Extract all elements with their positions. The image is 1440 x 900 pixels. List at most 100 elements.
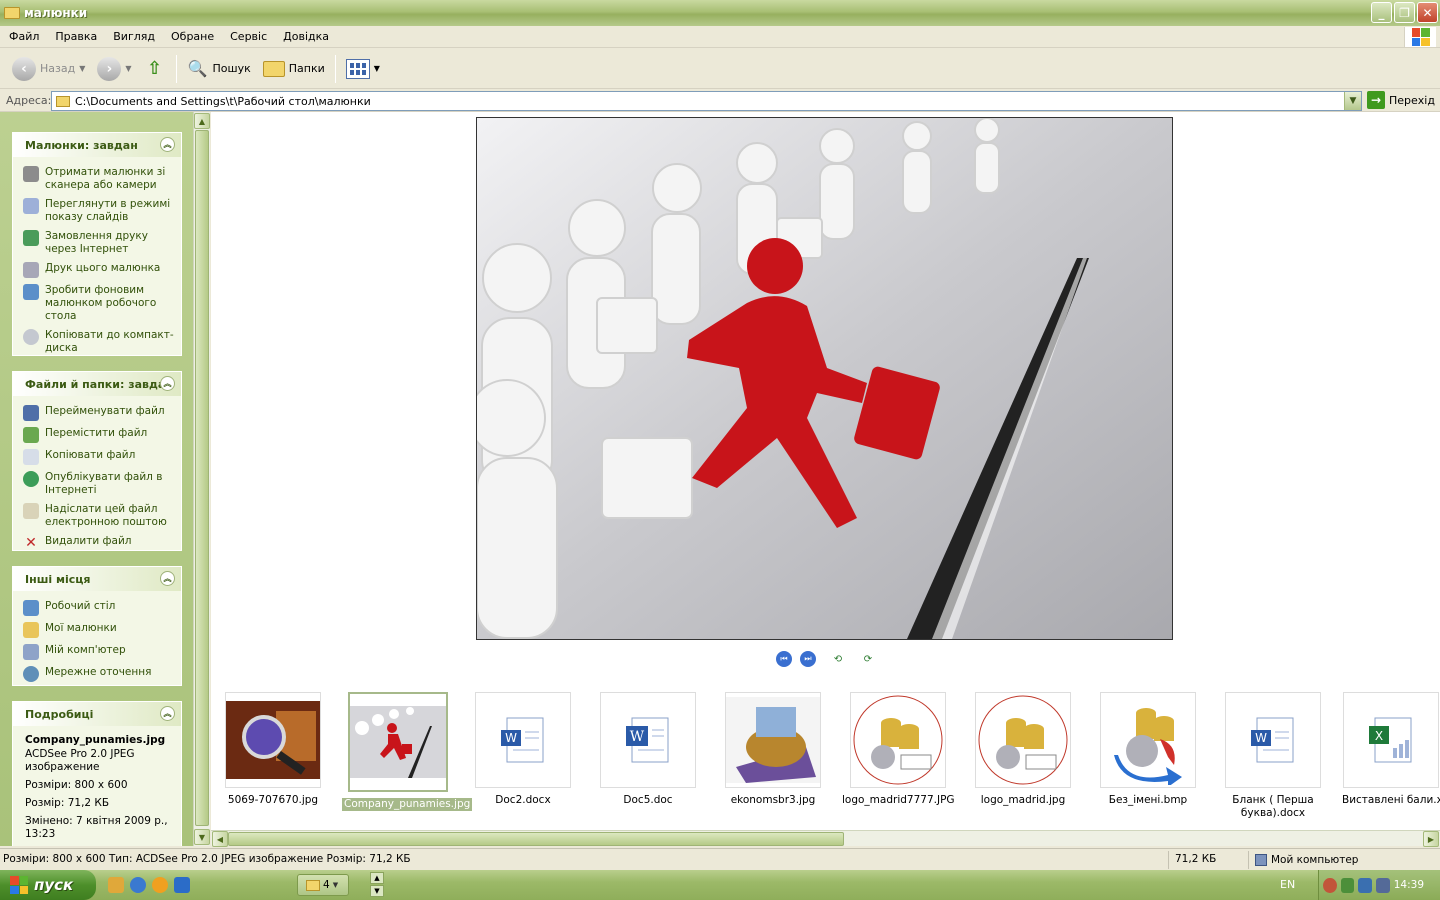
details-header[interactable]: Подробиці ︽ [13, 702, 181, 726]
task-print-picture[interactable]: Друк цього малюнка [23, 262, 175, 278]
status-location-label: Мой компьютер [1271, 854, 1359, 866]
place-my-pictures[interactable]: Мої малюнки [23, 622, 175, 638]
task-rename-file[interactable]: Перейменувати файл [23, 405, 175, 421]
image-preview[interactable] [476, 117, 1173, 640]
up-folder-icon: ⇧ [146, 58, 163, 79]
task-publish-file[interactable]: Опублікувати файл в Інтернеті [23, 471, 175, 497]
thumbnail-item[interactable]: W Doc5.doc [592, 692, 704, 807]
folders-label: Папки [288, 62, 325, 75]
menu-help[interactable]: Довідка [274, 30, 336, 43]
minimize-button[interactable]: _ [1371, 2, 1392, 23]
folders-button[interactable]: Папки [257, 53, 331, 85]
maximize-button[interactable]: ❐ [1394, 2, 1415, 23]
menu-view[interactable]: Вигляд [104, 30, 162, 43]
scroll-down-icon[interactable]: ▼ [194, 829, 210, 845]
address-dropdown-icon[interactable]: ▼ [1344, 92, 1361, 110]
scroll-right-icon[interactable]: ▶ [1423, 831, 1439, 847]
thumbnail-item[interactable]: W Бланк ( Перша буква).docx [1217, 692, 1329, 820]
picture-tasks-header[interactable]: Малюнки: завдан ︽ [13, 133, 181, 157]
task-set-wallpaper[interactable]: Зробити фоновим малюнком робочого стола [23, 284, 175, 323]
thumbnail-item[interactable]: ekonomsbr3.jpg [717, 692, 829, 807]
internet-explorer-icon[interactable] [130, 877, 146, 893]
taskbar-scroll-down-icon[interactable]: ▼ [370, 885, 384, 897]
language-indicator[interactable]: EN [1280, 878, 1295, 891]
back-dropdown-icon[interactable]: ▼ [79, 64, 85, 73]
scroll-left-icon[interactable]: ◀ [212, 831, 228, 847]
task-move-file[interactable]: Перемістити файл [23, 427, 175, 443]
views-icon [345, 58, 370, 79]
quicklaunch-app-icon[interactable] [174, 877, 190, 893]
thumbnail-item[interactable]: logo_madrid7777.JPG [842, 692, 955, 807]
title-bar[interactable]: малюнки _ ❐ ✕ [0, 0, 1440, 26]
scroll-up-icon[interactable]: ▲ [194, 113, 210, 129]
clock[interactable]: 14:39 [1394, 879, 1424, 891]
go-button[interactable]: → Перехід [1367, 91, 1435, 109]
menu-favorites[interactable]: Обране [162, 30, 221, 43]
menu-edit[interactable]: Правка [46, 30, 104, 43]
start-button[interactable]: пуск [0, 870, 96, 900]
collapse-icon[interactable]: ︽ [160, 571, 175, 586]
task-pane-scrollbar[interactable]: ▲ ▼ [193, 112, 210, 846]
thumbnail-item[interactable]: X Виставлені бали.xl [1342, 692, 1440, 807]
status-size: 71,2 КБ [1168, 851, 1248, 869]
close-button[interactable]: ✕ [1417, 2, 1438, 23]
previous-image-icon[interactable]: ⏮ [776, 651, 792, 667]
next-image-icon[interactable]: ⏭ [800, 651, 816, 667]
thumbnail-item[interactable]: logo_madrid.jpg [967, 692, 1079, 807]
thumbnail-item[interactable]: Без_імені.bmp [1092, 692, 1204, 807]
thumbnail-item-selected[interactable]: Company_punamies.jpg [342, 692, 473, 811]
task-pane: Малюнки: завдан ︽ Отримати малюнки зі ск… [0, 112, 193, 846]
task-slideshow[interactable]: Переглянути в режимі показу слайдів [23, 198, 175, 224]
menu-tools[interactable]: Сервіс [221, 30, 274, 43]
address-path: C:\Documents and Settings\t\Рабочий стол… [75, 94, 371, 108]
views-button[interactable]: ▼ [340, 53, 386, 85]
word-document-icon: W [626, 717, 669, 763]
place-my-computer[interactable]: Мій комп'ютер [23, 644, 175, 660]
scroll-thumb[interactable] [195, 130, 209, 826]
forward-button[interactable]: › ▼ [91, 53, 137, 85]
address-bar: Адреса: C:\Documents and Settings\t\Рабо… [0, 90, 1440, 112]
place-desktop[interactable]: Робочий стіл [23, 600, 175, 616]
search-button[interactable]: 🔍 Пошук [181, 53, 257, 85]
collapse-icon[interactable]: ︽ [160, 706, 175, 721]
thumbnail-item[interactable]: W Doc2.docx [467, 692, 579, 807]
taskbar-scroll-up-icon[interactable]: ▲ [370, 872, 384, 884]
back-button[interactable]: ‹ Назад ▼ [6, 53, 91, 85]
thumbnail-strip: 5069-707670.jpg Company_punamies.jpg W D… [211, 689, 1440, 831]
task-email-file[interactable]: Надіслати цей файл електронною поштою [23, 503, 175, 529]
rotate-left-icon[interactable]: ⟲ [830, 651, 846, 667]
tray-network-icon[interactable] [1358, 877, 1373, 893]
task-delete-file[interactable]: ✕ Видалити файл [23, 535, 175, 551]
task-get-pictures[interactable]: Отримати малюнки зі сканера або камери [23, 166, 175, 192]
task-copy-file[interactable]: Копіювати файл [23, 449, 175, 465]
task-order-prints[interactable]: Замовлення друку через Інтернет [23, 230, 175, 256]
tray-expand-icon[interactable] [1323, 877, 1337, 893]
rotate-right-icon[interactable]: ⟳ [860, 651, 876, 667]
quicklaunch-app-icon[interactable] [108, 877, 124, 893]
taskbar-folder-group[interactable]: 4 ▼ [297, 874, 349, 896]
forward-dropdown-icon[interactable]: ▼ [125, 64, 131, 73]
task-copy-to-cd[interactable]: Копіювати до компакт-диска [23, 329, 175, 355]
other-places-header[interactable]: Інші місця ︽ [13, 567, 181, 591]
tray-network-icon[interactable] [1376, 877, 1390, 893]
taskbar-scroll[interactable]: ▲ ▼ [370, 872, 384, 898]
collapse-icon[interactable]: ︽ [160, 137, 175, 152]
thumbnail-label: Виставлені бали.xl [1342, 794, 1440, 806]
up-folder-button[interactable]: ⇧ [138, 53, 172, 85]
thumbnail-image [725, 692, 821, 788]
address-field[interactable]: C:\Documents and Settings\t\Рабочий стол… [51, 91, 1362, 111]
thumbnail-image: X [1343, 692, 1439, 788]
file-tasks-panel: Файли й папки: завдан ︽ Перейменувати фа… [12, 371, 182, 551]
thumbnail-item[interactable]: 5069-707670.jpg [217, 692, 329, 807]
details-size: Розмір: 71,2 КБ [25, 797, 110, 809]
file-tasks-header[interactable]: Файли й папки: завдан ︽ [13, 372, 181, 396]
collapse-icon[interactable]: ︽ [160, 376, 175, 391]
desktop-icon [23, 284, 39, 300]
media-player-icon[interactable] [152, 877, 168, 893]
place-network[interactable]: Мережне оточення [23, 666, 175, 682]
thumbnail-scrollbar[interactable]: ◀ ▶ [211, 830, 1440, 847]
scroll-thumb[interactable] [228, 832, 844, 846]
tray-app-icon[interactable] [1340, 877, 1355, 893]
folder-icon [4, 7, 20, 19]
menu-file[interactable]: Файл [0, 30, 46, 43]
